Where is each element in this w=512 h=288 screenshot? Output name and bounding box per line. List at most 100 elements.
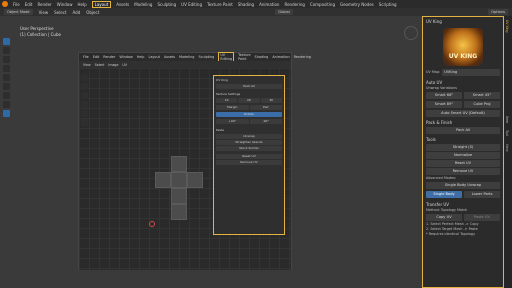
tab-item[interactable]: Item	[505, 116, 509, 123]
inner-menu-render[interactable]: Render	[103, 55, 115, 59]
tab-uv-king[interactable]: UV King	[505, 20, 509, 33]
inner-stack-button[interactable]: Stack Similar	[216, 146, 282, 151]
inner-tool-icon[interactable]	[81, 83, 88, 90]
inner-menu-image[interactable]: Image	[108, 63, 118, 67]
tab-assets[interactable]: Assets	[116, 2, 129, 7]
tab-tool[interactable]: Tool	[505, 130, 509, 136]
tab-view[interactable]: View	[505, 144, 509, 152]
tab-animation[interactable]: Animation	[259, 2, 279, 7]
straighten-button[interactable]: Straight (S)	[426, 144, 500, 151]
tab-modeling[interactable]: Modeling	[134, 2, 152, 7]
inner-tab-animation[interactable]: Animation	[272, 55, 289, 59]
tab-compositing[interactable]: Compositing	[310, 2, 335, 7]
auto-smart-uv-button[interactable]: Auto Smart UV (Default)	[426, 110, 500, 117]
tab-rendering[interactable]: Rendering	[284, 2, 304, 7]
transform-orientation-select[interactable]: Global	[275, 9, 293, 15]
inner-tab-shading[interactable]: Shading	[255, 55, 269, 59]
menu-select[interactable]: Select	[54, 10, 66, 15]
inner-rot-minus[interactable]: -90°	[249, 119, 282, 124]
copy-uv-button[interactable]: Copy UV	[426, 214, 462, 221]
reset-uv-button[interactable]: Reset UV	[426, 160, 500, 167]
tab-geometry-nodes[interactable]: Geometry Nodes	[340, 2, 374, 7]
inner-tool-icon[interactable]	[81, 74, 88, 81]
smart-45-button[interactable]: Smart 45°	[464, 92, 500, 99]
menu-help[interactable]: Help	[77, 2, 86, 7]
scale-tool-icon[interactable]	[3, 74, 10, 81]
tab-scripting[interactable]: Scripting	[379, 2, 397, 7]
lower-parts-toggle[interactable]: Lower Parts	[464, 191, 500, 198]
inner-tool-icon[interactable]	[81, 110, 88, 117]
cube-proj-button[interactable]: Cube Proj	[464, 101, 500, 108]
inner-unwrap-button[interactable]: Unwrap	[216, 134, 282, 139]
menu-edit[interactable]: Edit	[25, 2, 33, 7]
tab-layout[interactable]: Layout	[91, 0, 112, 8]
inner-menu-view[interactable]: View	[83, 63, 91, 67]
single-body-unwrap-button[interactable]: Single Body Unwrap	[426, 182, 500, 189]
pack-all-button[interactable]: Pack All	[426, 127, 500, 134]
inner-straighten-button[interactable]: Straighten Islands	[216, 140, 282, 145]
inner-menu-help[interactable]: Help	[137, 55, 145, 59]
uv-island[interactable]	[171, 172, 187, 188]
cursor-tool-icon[interactable]	[3, 47, 10, 54]
options-button[interactable]: Options	[488, 9, 508, 15]
inner-res-2k[interactable]: 2K	[238, 98, 260, 103]
inner-rotate-toggle[interactable]: Rotate	[216, 112, 282, 117]
smart-89-button[interactable]: Smart 89°	[426, 101, 462, 108]
inner-tab-modeling[interactable]: Modeling	[179, 55, 194, 59]
tools-heading[interactable]: Tools	[426, 137, 500, 143]
smart-66-button[interactable]: Smart 66°	[426, 92, 462, 99]
inner-menu-edit[interactable]: Edit	[93, 55, 100, 59]
select-tool-icon[interactable]	[3, 38, 10, 45]
2d-cursor-icon[interactable]	[149, 221, 155, 227]
uv-island[interactable]	[171, 204, 187, 220]
inner-margin-field[interactable]: Margin	[216, 105, 249, 110]
rotate-tool-icon[interactable]	[3, 65, 10, 72]
inner-rot-plus[interactable]: +90°	[216, 119, 249, 124]
add-cube-tool-icon[interactable]	[3, 110, 10, 117]
blender-logo-icon[interactable]	[2, 1, 8, 7]
remove-uv-button[interactable]: Remove UV	[426, 168, 500, 175]
inner-menu-file[interactable]: File	[83, 55, 89, 59]
uv-island[interactable]	[171, 156, 187, 172]
uv-island[interactable]	[187, 172, 203, 188]
single-body-toggle[interactable]: Single Body	[426, 191, 462, 198]
menu-render[interactable]: Render	[37, 2, 51, 7]
menu-window[interactable]: Window	[57, 2, 73, 7]
measure-tool-icon[interactable]	[3, 101, 10, 108]
uv-map-field[interactable]: UVKing	[442, 69, 500, 76]
inner-tab-rendering[interactable]: Rendering	[294, 55, 311, 59]
inner-res-1k[interactable]: 1K	[216, 98, 238, 103]
menu-add[interactable]: Add	[72, 10, 80, 15]
menu-view[interactable]: View	[39, 10, 49, 15]
tab-uv-editing[interactable]: UV Editing	[181, 2, 202, 7]
tab-texture-paint[interactable]: Texture Paint	[207, 2, 233, 7]
inner-tool-icon[interactable]	[81, 92, 88, 99]
inner-pad-field[interactable]: Pad	[249, 105, 282, 110]
inner-menu-window[interactable]: Window	[119, 55, 132, 59]
uv-island[interactable]	[171, 188, 187, 204]
inner-tab-layout[interactable]: Layout	[148, 55, 160, 59]
move-tool-icon[interactable]	[3, 56, 10, 63]
inner-menu-uv[interactable]: UV	[122, 63, 127, 67]
menu-object[interactable]: Object	[86, 10, 99, 15]
transform-tool-icon[interactable]	[3, 83, 10, 90]
paste-uv-button[interactable]: Paste UV	[464, 214, 500, 221]
menu-file[interactable]: File	[13, 2, 20, 7]
inner-tab-sculpting[interactable]: Sculpting	[198, 55, 214, 59]
pack-finish-heading[interactable]: Pack & Finish	[426, 120, 500, 126]
navigation-gizmo-icon[interactable]	[404, 26, 418, 40]
normalize-button[interactable]: Normalize	[426, 152, 500, 159]
tab-sculpting[interactable]: Sculpting	[157, 2, 176, 7]
inner-tab-texture-paint[interactable]: Texture Paint	[238, 53, 250, 61]
annotate-tool-icon[interactable]	[3, 92, 10, 99]
inner-res-4k[interactable]: 4K	[260, 98, 282, 103]
inner-reset-uv-button[interactable]: Reset UV	[216, 154, 282, 159]
tab-shading[interactable]: Shading	[238, 2, 254, 7]
inner-tab-assets[interactable]: Assets	[164, 55, 175, 59]
inner-menu-select[interactable]: Select	[95, 63, 105, 67]
uv-island[interactable]	[155, 172, 171, 188]
inner-tool-icon[interactable]	[81, 119, 88, 126]
inner-remove-uv-button[interactable]: Remove UV	[216, 160, 282, 165]
inner-tool-icon[interactable]	[81, 101, 88, 108]
inner-pack-all-button[interactable]: Pack All	[216, 84, 282, 89]
